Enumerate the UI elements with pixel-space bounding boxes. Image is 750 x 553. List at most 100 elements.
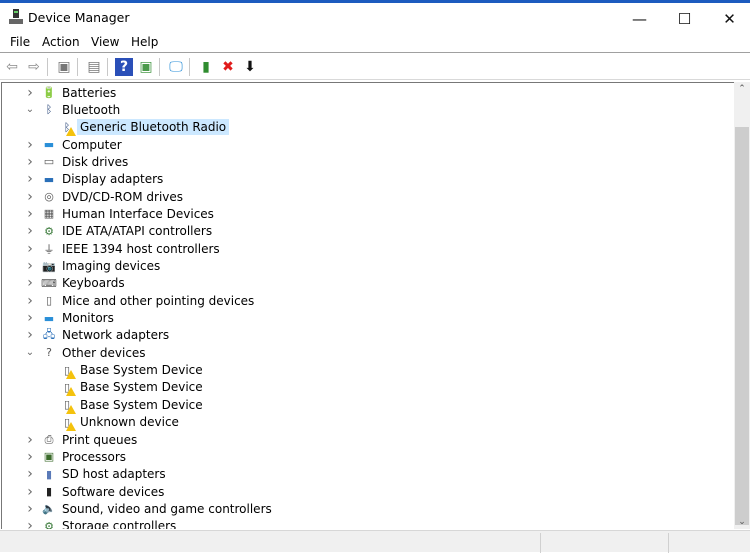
tree-item[interactable]: › 🔈 Sound, video and game controllers bbox=[2, 500, 732, 517]
tree-item-label: Print queues bbox=[62, 432, 138, 447]
warning-device-icon: ▯ bbox=[59, 362, 76, 380]
tree-item-label: Sound, video and game controllers bbox=[62, 501, 272, 516]
device-manager-app-icon bbox=[9, 9, 23, 25]
tree-item[interactable]: ▯ Base System Device bbox=[2, 379, 732, 397]
status-bar bbox=[0, 530, 750, 553]
tree-item[interactable]: › ◎ DVD/CD-ROM drives bbox=[2, 188, 732, 205]
tree-item[interactable]: › ⚙ IDE ATA/ATAPI controllers bbox=[2, 223, 732, 240]
action-pane-button[interactable]: ▣ bbox=[137, 58, 155, 76]
help-icon: ? bbox=[119, 59, 129, 75]
chevron-down-icon[interactable]: ⌄ bbox=[25, 347, 35, 358]
tree-item[interactable]: › ▮ Software devices bbox=[2, 483, 732, 500]
tree-item-label: Display adapters bbox=[62, 172, 164, 187]
tree-item-label: IDE ATA/ATAPI controllers bbox=[62, 224, 213, 239]
tree-item[interactable]: › ⏚ IEEE 1394 host controllers bbox=[2, 240, 732, 257]
scan-hardware-changes-icon: 🖵 bbox=[169, 59, 183, 75]
tree-item[interactable]: › ▣ Processors bbox=[2, 448, 732, 465]
chevron-right-icon[interactable]: › bbox=[25, 258, 35, 274]
toolbar: ⇦ ⇨ ▣ ▤? ▣ 🖵 ▮ ✖ ⬇ bbox=[0, 54, 750, 80]
close-button[interactable]: ✕ bbox=[707, 6, 750, 32]
disable-device-button[interactable]: ⬇ bbox=[241, 58, 259, 76]
tree-item[interactable]: › 🔋 Batteries bbox=[2, 84, 732, 101]
forward-button[interactable]: ⇨ bbox=[25, 58, 43, 76]
vertical-scrollbar[interactable]: ⌃ ⌄ bbox=[734, 82, 750, 529]
show-hide-console-tree-button[interactable]: ▣ bbox=[55, 58, 73, 76]
warning-icon bbox=[66, 387, 76, 397]
scroll-up-button[interactable]: ⌃ bbox=[734, 84, 750, 94]
chevron-right-icon[interactable]: › bbox=[25, 449, 35, 465]
chevron-right-icon[interactable]: › bbox=[25, 275, 35, 291]
menu-action[interactable]: Action bbox=[42, 35, 80, 49]
chevron-right-icon[interactable]: › bbox=[25, 518, 35, 529]
menu-file[interactable]: File bbox=[10, 35, 30, 49]
processor-icon: ▣ bbox=[43, 450, 55, 464]
tree-item[interactable]: ▯ Base System Device bbox=[2, 396, 732, 414]
tree-item-label: Bluetooth bbox=[62, 102, 121, 117]
toolbar-separator bbox=[47, 58, 48, 76]
menu-help[interactable]: Help bbox=[131, 35, 158, 49]
uninstall-device-button[interactable]: ✖ bbox=[219, 58, 237, 76]
display-adapter-icon: ▬ bbox=[43, 172, 55, 186]
tree-item[interactable]: › ▮ SD host adapters bbox=[2, 466, 732, 483]
back-button[interactable]: ⇦ bbox=[3, 58, 21, 76]
menu-view[interactable]: View bbox=[91, 35, 119, 49]
chevron-right-icon[interactable]: › bbox=[25, 293, 35, 309]
camera-icon: 📷 bbox=[42, 259, 56, 273]
sd-host-icon: ▮ bbox=[45, 467, 53, 481]
tree-item[interactable]: › 📷 Imaging devices bbox=[2, 258, 732, 275]
update-driver-button[interactable]: ▮ bbox=[197, 58, 215, 76]
tree-item[interactable]: › ▭ Disk drives bbox=[2, 153, 732, 170]
forward-icon: ⇨ bbox=[28, 59, 40, 75]
scroll-down-button[interactable]: ⌄ bbox=[734, 517, 750, 527]
tree-item[interactable]: › ▬ Monitors bbox=[2, 310, 732, 327]
chevron-right-icon[interactable]: › bbox=[25, 154, 35, 170]
chevron-right-icon[interactable]: › bbox=[25, 327, 35, 343]
tree-item[interactable]: ⌄? Other devices bbox=[2, 344, 732, 361]
help-button[interactable]: ? bbox=[115, 58, 133, 76]
monitor-icon: ▬ bbox=[43, 311, 55, 325]
tree-item[interactable]: ▯ Unknown device bbox=[2, 414, 732, 432]
tree-item[interactable]: ⌄ ᛒ Bluetooth bbox=[2, 101, 732, 118]
tree-item[interactable]: ▯ Base System Device bbox=[2, 362, 732, 380]
tree-item-label: Storage controllers bbox=[62, 519, 177, 529]
window-title: Device Manager bbox=[28, 10, 130, 25]
properties-button[interactable]: ▤ bbox=[85, 58, 103, 76]
chevron-down-icon[interactable]: ⌄ bbox=[25, 104, 35, 115]
chevron-right-icon[interactable]: › bbox=[25, 189, 35, 205]
chevron-right-icon[interactable]: › bbox=[25, 85, 35, 101]
chevron-right-icon[interactable]: › bbox=[25, 171, 35, 187]
chevron-right-icon[interactable]: › bbox=[25, 223, 35, 239]
chevron-right-icon[interactable]: › bbox=[25, 466, 35, 482]
minimize-button[interactable]: — bbox=[617, 6, 662, 32]
tree-item-label: DVD/CD-ROM drives bbox=[62, 189, 184, 204]
chevron-right-icon[interactable]: › bbox=[25, 501, 35, 517]
unknown-device-icon: ? bbox=[46, 346, 52, 360]
chevron-right-icon[interactable]: › bbox=[25, 310, 35, 326]
maximize-button[interactable]: ☐ bbox=[662, 6, 707, 32]
battery-icon: 🔋 bbox=[42, 86, 56, 99]
disk-drive-icon: ▭ bbox=[43, 155, 55, 169]
chevron-right-icon[interactable]: › bbox=[25, 206, 35, 222]
tree-item[interactable]: › ▬ Computer bbox=[2, 136, 732, 153]
tree-item[interactable]: › ⎙ Print queues bbox=[2, 431, 732, 448]
chevron-right-icon[interactable]: › bbox=[25, 432, 35, 448]
chevron-right-icon[interactable]: › bbox=[25, 137, 35, 153]
tree-item[interactable]: › 🖧 Network adapters bbox=[2, 327, 732, 344]
tree-item-label: Base System Device bbox=[80, 363, 203, 378]
scan-hardware-changes-button[interactable]: 🖵 bbox=[167, 58, 185, 76]
tree-item-label: Generic Bluetooth Radio bbox=[77, 119, 230, 136]
tree-item-label: Monitors bbox=[62, 311, 114, 326]
tree-item[interactable]: › ▯ Mice and other pointing devices bbox=[2, 292, 732, 309]
tree-item[interactable]: › ▦ Human Interface Devices bbox=[2, 205, 732, 222]
chevron-right-icon[interactable]: › bbox=[25, 241, 35, 257]
chevron-right-icon[interactable]: › bbox=[25, 484, 35, 500]
warning-device-icon: ▯ bbox=[59, 414, 76, 432]
show-hide-console-tree-icon: ▣ bbox=[57, 59, 71, 75]
tree-item[interactable]: ᛒ Generic Bluetooth Radio bbox=[2, 119, 732, 137]
storage-controller-icon: ⚙ bbox=[44, 519, 54, 529]
dvd-drive-icon: ◎ bbox=[44, 190, 54, 204]
tree-item[interactable]: › ⚙ Storage controllers bbox=[2, 518, 732, 529]
tree-item[interactable]: › ▬ Display adapters bbox=[2, 171, 732, 188]
tree-item[interactable]: › ⌨ Keyboards bbox=[2, 275, 732, 292]
scrollbar-thumb[interactable] bbox=[735, 127, 749, 525]
